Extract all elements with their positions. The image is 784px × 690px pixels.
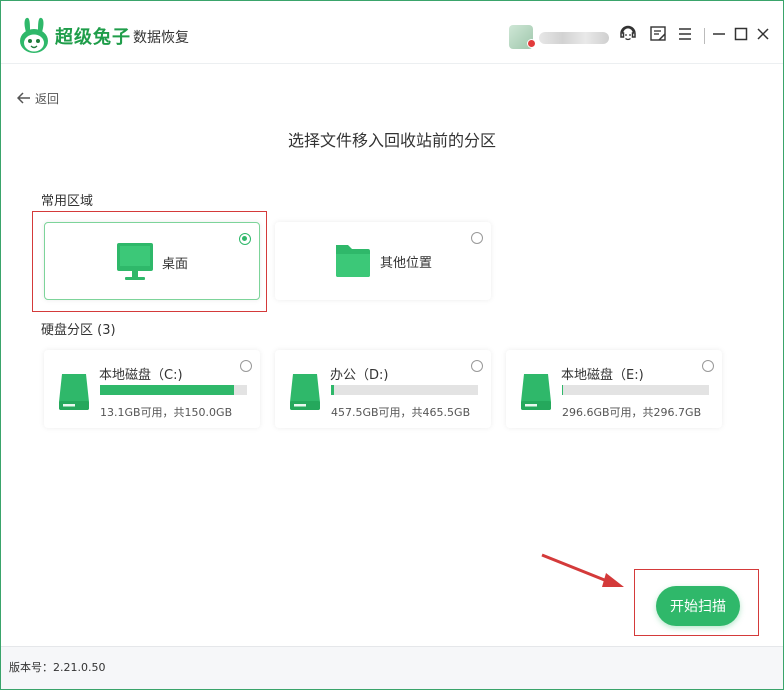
- disk-name: 本地磁盘（C:): [99, 368, 183, 383]
- hard-drive-icon: [290, 374, 320, 410]
- blurred-username: [539, 32, 609, 44]
- disk-capacity: 457.5GB可用，共465.5GB: [331, 406, 471, 419]
- support-icon[interactable]: [617, 23, 639, 45]
- disk-card-e[interactable]: 本地磁盘（E:) 296.6GB可用，共296.7GB: [506, 350, 722, 428]
- app-brand: 超级兔子: [55, 27, 131, 48]
- arrow-left-icon: [17, 92, 30, 104]
- title-bar: 超级兔子 数据恢复: [1, 1, 783, 64]
- disk-usage-bar: [562, 385, 709, 395]
- radio-unselected[interactable]: [471, 232, 483, 244]
- rabbit-logo-icon: [20, 17, 48, 53]
- location-label: 其他位置: [380, 256, 433, 271]
- disk-usage-bar: [331, 385, 478, 395]
- close-icon[interactable]: [752, 23, 774, 45]
- disk-usage-bar: [100, 385, 247, 395]
- page-title: 选择文件移入回收站前的分区: [287, 131, 496, 150]
- back-label: 返回: [35, 91, 60, 106]
- disk-partitions-label: 硬盘分区 (3): [41, 323, 116, 338]
- status-bar: 版本号：2.21.0.50: [1, 646, 783, 689]
- folder-icon: [336, 245, 370, 277]
- disk-name: 办公（D:): [330, 368, 389, 383]
- disk-card-d[interactable]: 办公（D:) 457.5GB可用，共465.5GB: [275, 350, 491, 428]
- location-card-other[interactable]: 其他位置: [275, 222, 491, 300]
- disk-capacity: 13.1GB可用，共150.0GB: [100, 406, 233, 419]
- menu-icon[interactable]: [674, 23, 696, 45]
- disk-usage-fill: [100, 385, 234, 395]
- back-button[interactable]: 返回: [17, 89, 59, 107]
- monitor-icon: [117, 243, 153, 280]
- location-card-desktop[interactable]: 桌面: [44, 222, 260, 300]
- disk-usage-fill: [562, 385, 564, 395]
- annotation-arrow-icon: [541, 553, 624, 587]
- disk-capacity: 296.6GB可用，共296.7GB: [562, 406, 702, 419]
- app-window: 超级兔子 数据恢复 返回 选择文件移入回收站前的分区 常用区域 桌面 其他位置 …: [0, 0, 784, 690]
- hard-drive-icon: [59, 374, 89, 410]
- maximize-icon[interactable]: [730, 23, 752, 45]
- titlebar-divider: [704, 28, 705, 44]
- minimize-icon[interactable]: [708, 23, 730, 45]
- radio-unselected[interactable]: [240, 360, 252, 372]
- disk-card-c[interactable]: 本地磁盘（C:) 13.1GB可用，共150.0GB: [44, 350, 260, 428]
- radio-selected[interactable]: [239, 233, 251, 245]
- feedback-icon[interactable]: [647, 23, 669, 45]
- notification-dot: [527, 39, 536, 48]
- disk-name: 本地磁盘（E:): [561, 368, 644, 383]
- start-scan-button[interactable]: 开始扫描: [656, 586, 740, 626]
- disk-usage-fill: [331, 385, 334, 395]
- common-areas-label: 常用区域: [41, 194, 94, 209]
- user-account[interactable]: [509, 25, 609, 49]
- app-subtitle: 数据恢复: [133, 30, 189, 46]
- location-label: 桌面: [162, 257, 189, 272]
- radio-unselected[interactable]: [702, 360, 714, 372]
- version-label: 版本号：2.21.0.50: [9, 661, 106, 674]
- radio-unselected[interactable]: [471, 360, 483, 372]
- hard-drive-icon: [521, 374, 551, 410]
